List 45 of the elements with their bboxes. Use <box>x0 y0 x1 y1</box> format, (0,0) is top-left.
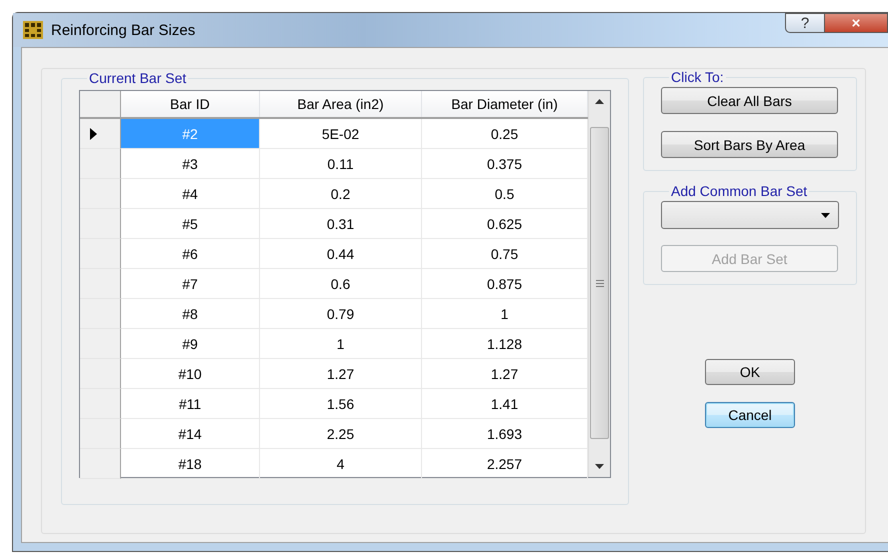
dialog-button[interactable]: OK <box>705 359 795 385</box>
table-cell[interactable]: 0.44 <box>260 239 422 269</box>
grid-icon <box>23 21 43 39</box>
table-cell[interactable]: 0.6 <box>260 269 422 299</box>
bar-set-dropdown[interactable] <box>661 201 839 229</box>
table-cell[interactable]: 1.56 <box>260 389 422 419</box>
grip-icon <box>596 280 604 286</box>
close-button[interactable]: × <box>825 13 888 33</box>
group-title: Current Bar Set <box>88 70 188 86</box>
table-cell[interactable]: 2.25 <box>260 419 422 449</box>
table-cell[interactable]: #7 <box>121 269 260 299</box>
window-title: Reinforcing Bar Sizes <box>51 22 196 38</box>
table-cell[interactable]: #9 <box>121 329 260 359</box>
table-cell[interactable]: 0.31 <box>260 209 422 239</box>
table-cell[interactable]: 0.2 <box>260 179 422 209</box>
table-cell[interactable]: #18 <box>121 449 260 479</box>
caret-icon <box>821 212 830 218</box>
scroll-thumb[interactable] <box>590 127 609 439</box>
table-cell[interactable]: 0.11 <box>260 149 422 179</box>
row-header[interactable] <box>80 119 121 149</box>
scroll-bar[interactable] <box>588 91 610 477</box>
scroll-down-icon[interactable] <box>595 464 604 469</box>
table-cell[interactable]: #3 <box>121 149 260 179</box>
column-header[interactable]: Bar Area (in2) <box>260 91 422 117</box>
table-cell[interactable]: 0.79 <box>260 299 422 329</box>
help-button[interactable]: ? <box>785 13 825 33</box>
action-button[interactable]: Sort Bars By Area <box>661 131 838 158</box>
table-cell[interactable]: 5E-02 <box>260 119 422 149</box>
action-button[interactable]: Clear All Bars <box>661 87 838 114</box>
table-cell[interactable]: #5 <box>121 209 260 239</box>
group-title: Add Common Bar Set <box>670 183 808 199</box>
table-cell[interactable]: #10 <box>121 359 260 389</box>
table-cell[interactable]: 1.27 <box>260 359 422 389</box>
table-cell[interactable]: 4 <box>260 449 422 479</box>
table-cell[interactable]: #8 <box>121 299 260 329</box>
column-header[interactable]: Bar ID <box>120 91 260 117</box>
scroll-up-icon[interactable] <box>595 99 604 104</box>
group-title: Click To: <box>670 69 725 85</box>
table-cell[interactable]: 1 <box>260 329 422 359</box>
table-cell[interactable]: #11 <box>121 389 260 419</box>
table-cell[interactable]: #4 <box>121 179 260 209</box>
table-cell[interactable]: #6 <box>121 239 260 269</box>
column-header[interactable]: Bar Diameter (in) <box>422 91 588 117</box>
dialog-button[interactable]: Cancel <box>705 402 795 428</box>
table-cell[interactable]: #14 <box>121 419 260 449</box>
